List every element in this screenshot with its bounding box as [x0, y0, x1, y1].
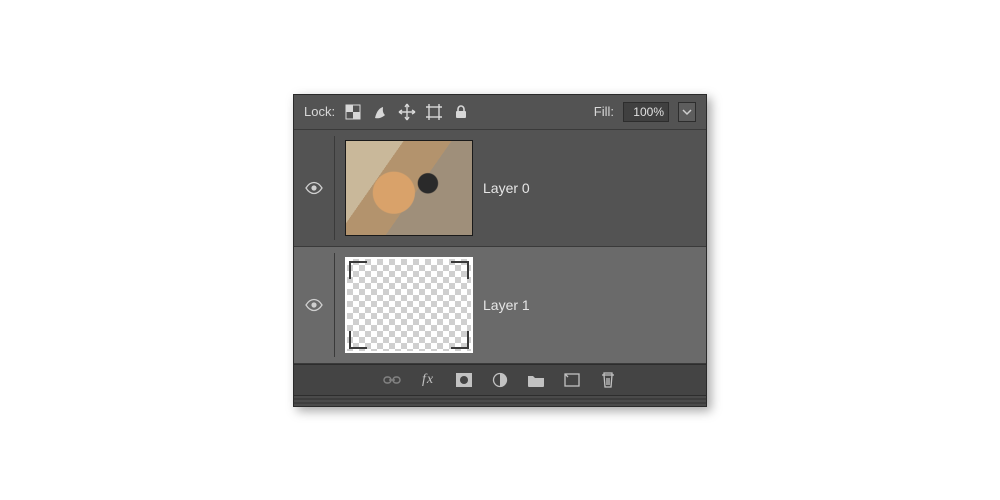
lock-artboard-icon[interactable]: [425, 103, 443, 121]
panel-resize-grip[interactable]: [294, 395, 706, 406]
layer-thumbnail[interactable]: [345, 257, 473, 353]
lock-label: Lock:: [304, 104, 335, 119]
lock-transparent-pixels-icon[interactable]: [344, 103, 362, 121]
lock-row: Lock: Fill: 100%: [294, 95, 706, 130]
delete-layer-icon[interactable]: [599, 371, 617, 389]
lock-all-icon[interactable]: [452, 103, 470, 121]
link-layers-icon[interactable]: [383, 371, 401, 389]
lock-image-pixels-icon[interactable]: [371, 103, 389, 121]
layers-panel: Lock: Fill: 100% Layer 0: [293, 94, 707, 407]
layer-name-label[interactable]: Layer 0: [483, 180, 530, 196]
new-group-icon[interactable]: [527, 371, 545, 389]
eye-icon: [305, 296, 323, 314]
fill-label: Fill:: [594, 104, 614, 119]
visibility-toggle[interactable]: [294, 253, 335, 357]
fill-dropdown-button[interactable]: [678, 102, 696, 122]
visibility-toggle[interactable]: [294, 136, 335, 240]
add-mask-icon[interactable]: [455, 371, 473, 389]
new-layer-icon[interactable]: [563, 371, 581, 389]
layer-name-label[interactable]: Layer 1: [483, 297, 530, 313]
adjustment-layer-icon[interactable]: [491, 371, 509, 389]
layer-row[interactable]: Layer 0: [294, 130, 706, 247]
fill-value-input[interactable]: 100%: [623, 102, 669, 122]
layer-row[interactable]: Layer 1: [294, 247, 706, 364]
layers-bottom-toolbar: fx: [294, 364, 706, 395]
lock-position-icon[interactable]: [398, 103, 416, 121]
eye-icon: [305, 179, 323, 197]
layer-thumbnail[interactable]: [345, 140, 473, 236]
layer-effects-icon[interactable]: fx: [419, 371, 437, 389]
